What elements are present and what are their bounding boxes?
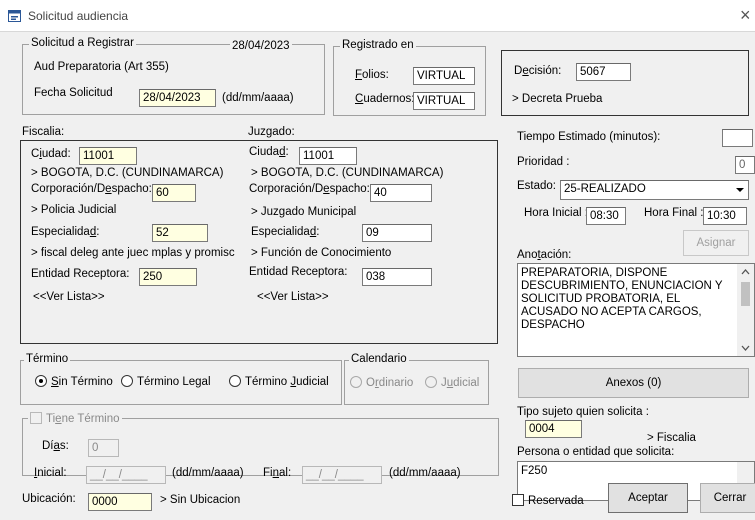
decision-label: Decisión:	[514, 65, 562, 77]
radio-sin-termino[interactable]: Sin Término	[35, 375, 113, 388]
radio-judicial-dot[interactable]	[425, 376, 437, 388]
fecha-solicitud-label: Fecha Solicitud	[34, 87, 113, 99]
solicitud-group-title: Solicitud a Registrar	[29, 37, 136, 49]
fiscalia-corp-input[interactable]: 60	[152, 184, 196, 202]
anotacion-scrollbar[interactable]	[737, 264, 754, 356]
window-title: Solicitud audiencia	[28, 9, 129, 23]
tiempo-input[interactable]	[722, 129, 753, 147]
solicitud-date: 28/04/2023	[230, 40, 292, 52]
inicial-label: Inicial:	[34, 467, 67, 479]
juzgado-ent-input[interactable]: 038	[362, 268, 432, 286]
prioridad-input[interactable]: 0	[735, 156, 755, 174]
window-app-icon	[8, 10, 21, 22]
dias-input[interactable]: 0	[88, 439, 119, 457]
calendario-group-title: Calendario	[349, 353, 409, 365]
dias-label: Días:	[42, 440, 69, 452]
radio-termino-legal-dot[interactable]	[121, 375, 133, 387]
juzgado-ver-lista-link[interactable]: <<Ver Lista>>	[257, 291, 329, 303]
fiscalia-corp-label: Corporación/Despacho:	[31, 183, 152, 195]
tiene-termino-checkbox[interactable]: Tiene Término	[28, 412, 122, 425]
fiscalia-esp-desc: > fiscal deleg ante juec mplas y promisc	[31, 247, 235, 259]
hora-inicial-input[interactable]: 08:30	[586, 207, 626, 225]
reservada-box[interactable]	[512, 494, 524, 506]
fiscalia-corp-desc: > Policia Judicial	[31, 204, 117, 216]
persona-label: Persona o entidad que solicita:	[517, 446, 675, 458]
estado-label: Estado:	[517, 180, 556, 192]
anotacion-text: PREPARATORIA, DISPONE DESCUBRIMIENTO, EN…	[521, 267, 723, 331]
prioridad-label: Prioridad :	[517, 156, 570, 168]
juzgado-ent-label: Entidad Receptora:	[249, 266, 348, 278]
anotacion-textarea[interactable]: PREPARATORIA, DISPONE DESCUBRIMIENTO, EN…	[517, 263, 755, 357]
final-input[interactable]: __/__/____	[302, 466, 382, 484]
cuadernos-input[interactable]: VIRTUAL	[413, 92, 475, 110]
tiempo-label: Tiempo Estimado (minutos):	[517, 131, 661, 143]
termino-group-title: Término	[24, 353, 71, 365]
hora-final-label: Hora Final :	[644, 207, 704, 219]
fiscalia-ciudad-input[interactable]: 11001	[79, 147, 137, 165]
radio-termino-judicial-dot[interactable]	[229, 375, 241, 387]
asignar-button[interactable]: Asignar	[683, 230, 749, 256]
fecha-solicitud-input[interactable]: 28/04/2023	[139, 89, 216, 107]
decision-box	[501, 50, 749, 116]
juzgado-ciudad-label: Ciudad:	[249, 146, 289, 158]
radio-termino-judicial[interactable]: Término Judicial	[229, 375, 329, 388]
ubicacion-input[interactable]: 0000	[88, 493, 152, 511]
fiscalia-esp-label: Especialidad:	[31, 226, 100, 238]
juzgado-ciudad-desc: > BOGOTA, D.C. (CUNDINAMARCA)	[251, 167, 444, 179]
radio-judicial[interactable]: Judicial	[425, 376, 479, 389]
radio-ordinario-dot[interactable]	[350, 376, 362, 388]
radio-sin-termino-dot[interactable]	[35, 375, 47, 387]
persona-text: F250	[521, 465, 548, 477]
inicial-format: (dd/mm/aaaa)	[172, 467, 244, 479]
fiscalia-header: Fiscalia:	[22, 126, 65, 138]
aceptar-button[interactable]: Aceptar	[608, 483, 688, 513]
chevron-down-icon[interactable]	[732, 181, 748, 199]
final-format: (dd/mm/aaaa)	[389, 467, 461, 479]
juzgado-ciudad-input[interactable]: 11001	[299, 147, 357, 165]
tipo-sujeto-input[interactable]: 0004	[525, 420, 582, 438]
juzgado-header: Juzgado:	[248, 126, 295, 138]
anotacion-label: Anotación:	[517, 249, 572, 261]
ubicacion-desc: > Sin Ubicacion	[160, 494, 241, 506]
juzgado-corp-desc: > Juzgado Municipal	[251, 206, 357, 218]
anexos-button[interactable]: Anexos (0)	[518, 368, 749, 398]
juzgado-esp-desc: > Función de Conocimiento	[251, 247, 392, 259]
hora-final-input[interactable]: 10:30	[703, 207, 747, 225]
fiscalia-ciudad-desc: > BOGOTA, D.C. (CUNDINAMARCA)	[31, 167, 224, 179]
solicitud-type: Aud Preparatoria (Art 355)	[34, 61, 169, 73]
fecha-solicitud-format: (dd/mm/aaaa)	[222, 92, 294, 104]
tipo-sujeto-label: Tipo sujeto quien solicita :	[517, 406, 649, 418]
fiscalia-esp-input[interactable]: 52	[152, 224, 208, 242]
radio-termino-legal[interactable]: Término Legal	[121, 375, 211, 388]
ubicacion-label: Ubicación:	[22, 493, 76, 505]
final-label: Final:	[263, 467, 292, 479]
inicial-input[interactable]: __/__/____	[86, 466, 166, 484]
fiscalia-ent-label: Entidad Receptora:	[31, 268, 130, 280]
tipo-sujeto-desc: > Fiscalia	[647, 432, 696, 444]
fiscalia-ver-lista-link[interactable]: <<Ver Lista>>	[33, 291, 105, 303]
folios-label: Folios:	[355, 69, 389, 81]
estado-value: 25-REALIZADO	[564, 183, 646, 195]
juzgado-esp-input[interactable]: 09	[362, 224, 432, 242]
close-icon[interactable]: ×	[740, 5, 751, 26]
cerrar-button[interactable]: Cerrar	[700, 483, 755, 513]
tiene-termino-box[interactable]	[30, 412, 42, 424]
juzgado-corp-input[interactable]: 40	[370, 184, 432, 202]
juzgado-esp-label: Especialidad:	[251, 226, 320, 238]
radio-ordinario[interactable]: Ordinario	[350, 376, 413, 389]
registrado-group-title: Registrado en	[340, 39, 416, 51]
folios-input[interactable]: VIRTUAL	[413, 67, 475, 85]
fiscalia-ent-input[interactable]: 250	[139, 268, 197, 286]
juzgado-corp-label: Corporación/Despacho:	[249, 183, 370, 195]
estado-select[interactable]: 25-REALIZADO	[560, 180, 749, 200]
hora-inicial-label: Hora Inicial :	[524, 207, 588, 219]
title-bar: Solicitud audiencia ×	[0, 0, 755, 32]
reservada-checkbox[interactable]: Reservada	[512, 494, 584, 507]
decision-desc: > Decreta Prueba	[512, 93, 603, 105]
fiscalia-ciudad-label: Ciudad:	[31, 148, 71, 160]
decision-input[interactable]: 5067	[576, 63, 631, 81]
cuadernos-label: Cuadernos:	[355, 93, 415, 105]
